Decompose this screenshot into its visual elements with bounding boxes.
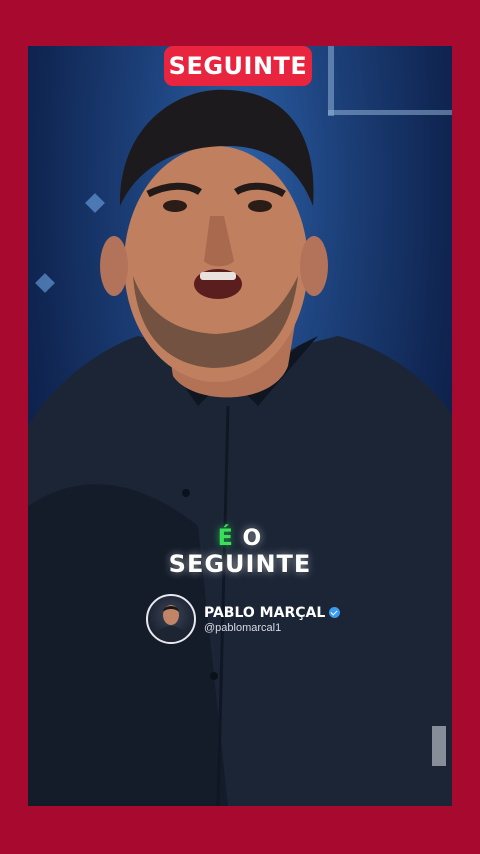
- video-frame[interactable]: [28, 46, 452, 806]
- profile-tag[interactable]: PABLO MARÇAL @pablomarcal1: [146, 594, 341, 644]
- studio-light-bar: [432, 726, 446, 766]
- eye: [163, 200, 187, 212]
- shirt-button: [210, 672, 218, 680]
- caption-word: O: [233, 526, 263, 551]
- avatar-portrait: [154, 605, 188, 642]
- profile-handle[interactable]: @pablomarcal1: [204, 622, 340, 634]
- profile-name[interactable]: PABLO MARÇAL: [204, 604, 341, 621]
- ear: [300, 236, 328, 296]
- profile-text: PABLO MARÇAL @pablomarcal1: [204, 604, 341, 634]
- profile-name-label: PABLO MARÇAL: [204, 604, 326, 621]
- teeth: [200, 272, 236, 280]
- caption-line-2: SEGUINTE: [168, 550, 312, 578]
- speaker-figure: [28, 89, 452, 806]
- verified-badge-icon: [329, 607, 341, 618]
- avatar[interactable]: [146, 594, 196, 644]
- shirt-button: [182, 489, 190, 497]
- eye: [248, 200, 272, 212]
- channel-badge[interactable]: SEGUINTE: [164, 46, 312, 86]
- caption-accent-word: É: [217, 526, 234, 551]
- ear: [100, 236, 128, 296]
- caption-line-1: É O: [0, 526, 480, 551]
